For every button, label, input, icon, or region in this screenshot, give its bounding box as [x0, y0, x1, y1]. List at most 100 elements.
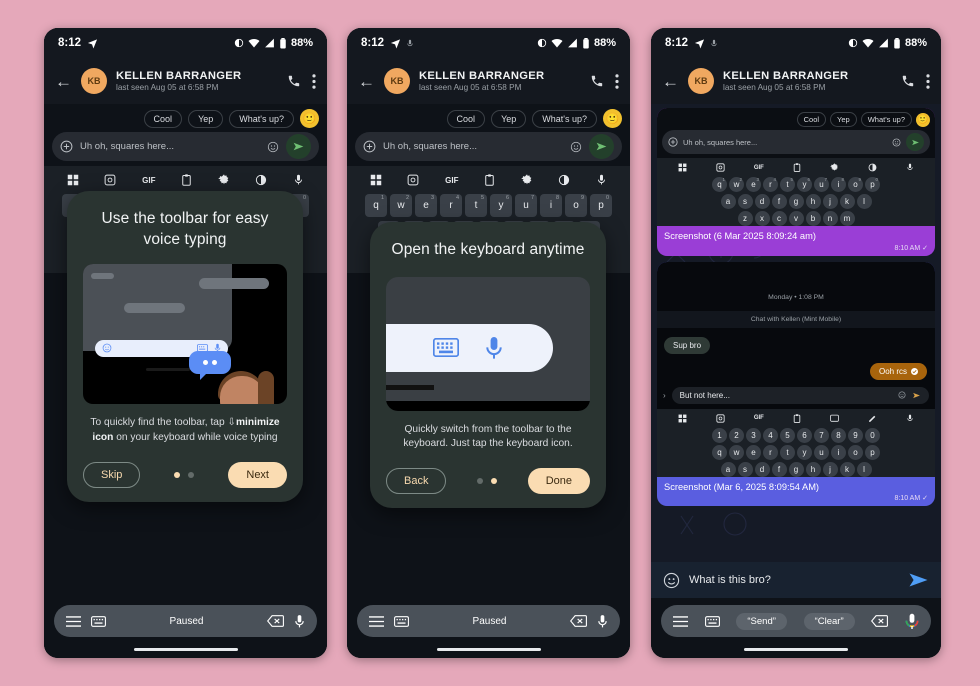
key-t[interactable]: t5 [780, 177, 795, 192]
key-r[interactable]: r4 [440, 194, 462, 217]
call-icon[interactable] [901, 74, 915, 88]
key-7[interactable]: 7 [814, 427, 829, 443]
key-f[interactable]: f [771, 461, 787, 477]
compose-bar[interactable]: What is this bro? [651, 562, 941, 598]
smart-reply-chip[interactable]: Yep [491, 109, 527, 128]
menu-icon[interactable] [369, 615, 384, 627]
key-c[interactable]: c [771, 211, 787, 226]
key-d[interactable]: d [754, 461, 770, 477]
key-o[interactable]: o [848, 444, 863, 460]
key-i[interactable]: i8 [540, 194, 562, 217]
key-u[interactable]: u7 [814, 177, 829, 192]
avatar[interactable]: KB [384, 68, 410, 94]
call-icon[interactable] [590, 74, 604, 88]
key-x[interactable]: x [754, 211, 770, 226]
key-r[interactable]: r4 [763, 177, 778, 192]
call-icon[interactable] [287, 74, 301, 88]
key-j[interactable]: j [822, 194, 838, 209]
key-2[interactable]: 2 [729, 427, 744, 443]
gif-icon[interactable]: GIF [142, 176, 155, 185]
plus-circle-icon[interactable] [60, 140, 73, 153]
mic-icon[interactable] [597, 614, 608, 629]
key-e[interactable]: e [746, 444, 761, 460]
backspace-icon[interactable] [570, 615, 587, 627]
compose-input-value[interactable]: What is this bro? [689, 574, 899, 586]
key-n[interactable]: n [822, 211, 838, 226]
key-8[interactable]: 8 [831, 427, 846, 443]
back-arrow-icon[interactable]: ← [358, 73, 375, 90]
keyboard-icon[interactable] [704, 615, 720, 627]
smart-reply-chip[interactable]: Yep [188, 109, 224, 128]
menu-icon[interactable] [673, 615, 688, 627]
key-e[interactable]: e3 [415, 194, 437, 217]
key-0[interactable]: 0 [865, 427, 880, 443]
voice-command-clear[interactable]: “Clear” [803, 612, 855, 630]
key-y[interactable]: y [797, 444, 812, 460]
key-a[interactable]: a [720, 461, 736, 477]
key-6[interactable]: 6 [797, 427, 812, 443]
key-v[interactable]: v [788, 211, 804, 226]
smart-reply-chip[interactable]: Cool [446, 109, 486, 128]
key-3[interactable]: 3 [746, 427, 761, 443]
emoji-suggestion-chip[interactable]: 🙂 [300, 109, 319, 128]
backspace-icon[interactable] [871, 615, 889, 627]
key-i[interactable]: i [831, 444, 846, 460]
keyboard-icon[interactable] [91, 615, 106, 627]
key-f[interactable]: f [771, 194, 787, 209]
sticker-icon[interactable] [104, 174, 116, 186]
key-p[interactable]: p0 [865, 177, 880, 192]
home-indicator[interactable] [436, 648, 541, 651]
chat-thread[interactable]: Cool Yep What's up? 🙂 Uh oh, squares her… [651, 104, 941, 562]
emoji-icon[interactable] [663, 572, 680, 589]
key-d[interactable]: d [754, 194, 770, 209]
theme-icon[interactable] [558, 174, 570, 186]
key-r[interactable]: r [763, 444, 778, 460]
sticker-icon[interactable] [407, 174, 419, 186]
key-5[interactable]: 5 [780, 427, 795, 443]
gif-icon[interactable]: GIF [445, 176, 458, 185]
key-b[interactable]: b [805, 211, 821, 226]
key-1[interactable]: 1 [712, 427, 727, 443]
key-l[interactable]: l [856, 461, 872, 477]
key-l[interactable]: l [856, 194, 872, 209]
key-w[interactable]: w2 [390, 194, 412, 217]
key-g[interactable]: g [788, 461, 804, 477]
key-h[interactable]: h [805, 194, 821, 209]
compose-bar[interactable]: Uh oh, squares here... [52, 132, 319, 161]
key-k[interactable]: k [839, 461, 855, 477]
key-w[interactable]: w [729, 444, 744, 460]
grid-icon[interactable] [370, 174, 382, 186]
key-a[interactable]: a [720, 194, 736, 209]
skip-button[interactable]: Skip [83, 461, 141, 488]
key-u[interactable]: u [814, 444, 829, 460]
avatar[interactable]: KB [81, 68, 107, 94]
key-p[interactable]: p0 [590, 194, 612, 217]
key-y[interactable]: y6 [797, 177, 812, 192]
google-mic-icon[interactable] [905, 613, 919, 630]
home-indicator[interactable] [744, 648, 848, 651]
plus-circle-icon[interactable] [363, 140, 376, 153]
settings-icon[interactable] [217, 174, 230, 186]
grid-icon[interactable] [67, 174, 79, 186]
message-bubble-screenshot-1[interactable]: Cool Yep What's up? 🙂 Uh oh, squares her… [657, 108, 935, 256]
menu-icon[interactable] [66, 615, 81, 627]
send-icon[interactable] [908, 571, 929, 589]
done-button[interactable]: Done [527, 468, 590, 495]
next-button[interactable]: Next [228, 461, 287, 488]
smart-reply-chip[interactable]: What's up? [532, 109, 597, 128]
overflow-menu-icon[interactable] [926, 73, 930, 89]
key-j[interactable]: j [822, 461, 838, 477]
emoji-suggestion-chip[interactable]: 🙂 [603, 109, 622, 128]
back-arrow-icon[interactable]: ← [55, 73, 72, 90]
key-q[interactable]: q1 [365, 194, 387, 217]
home-indicator[interactable] [133, 648, 238, 651]
key-t[interactable]: t [780, 444, 795, 460]
message-bubble-screenshot-2[interactable]: Monday • 1:08 PM Chat with Kellen (Mint … [657, 261, 935, 507]
key-w[interactable]: w2 [729, 177, 744, 192]
key-k[interactable]: k [839, 194, 855, 209]
key-o[interactable]: o9 [848, 177, 863, 192]
key-u[interactable]: u7 [515, 194, 537, 217]
key-g[interactable]: g [788, 194, 804, 209]
backspace-icon[interactable] [267, 615, 284, 627]
emoji-icon[interactable] [267, 141, 279, 153]
